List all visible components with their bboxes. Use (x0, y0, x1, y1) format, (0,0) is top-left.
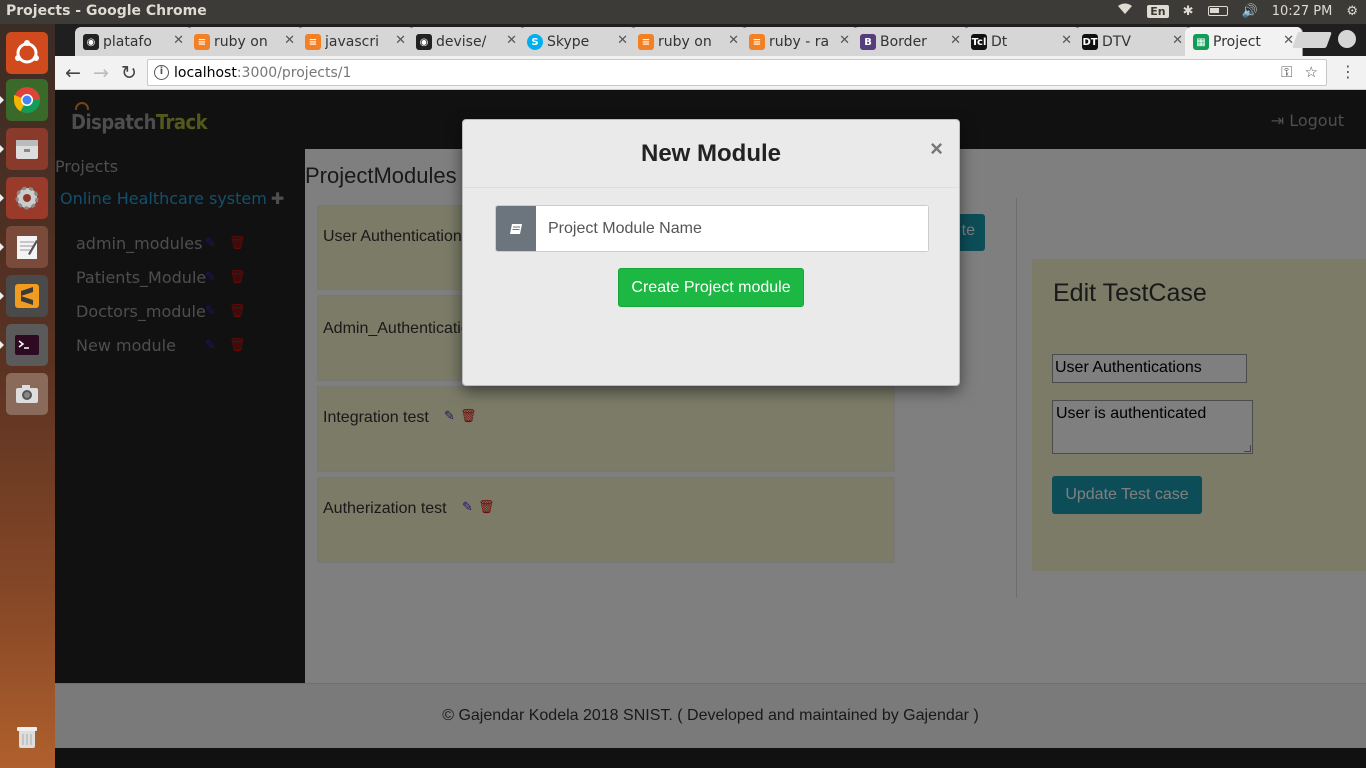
volume-icon[interactable]: 🔊 (1242, 4, 1258, 19)
close-tab-icon[interactable]: ✕ (173, 33, 184, 48)
bookmark-star-icon[interactable]: ☆ (1305, 63, 1318, 81)
browser-tab[interactable]: B Border ✕ (852, 27, 970, 56)
address-bar[interactable]: i localhost:3000/projects/1 ⚿ ☆ (147, 59, 1327, 86)
browser-tab[interactable]: DT DTV ✕ (1074, 27, 1192, 56)
new-tab-button[interactable] (1292, 32, 1332, 48)
close-tab-icon[interactable]: ✕ (395, 33, 406, 48)
close-tab-icon[interactable]: ✕ (728, 33, 739, 48)
url-path: :3000/projects/1 (236, 64, 352, 81)
create-project-module-button[interactable]: Create Project module (618, 268, 804, 307)
browser-toolbar: ← → ↻ i localhost:3000/projects/1 ⚿ ☆ ⋮ (55, 56, 1366, 90)
tab-title: ruby on (214, 33, 268, 50)
chrome-icon[interactable] (6, 79, 48, 121)
profile-avatar-icon[interactable] (1338, 30, 1356, 48)
files-icon[interactable] (6, 128, 48, 170)
clock[interactable]: 10:27 PM (1272, 4, 1333, 19)
forward-arrow-icon[interactable]: → (89, 61, 113, 85)
close-tab-icon[interactable]: ✕ (284, 33, 295, 48)
close-tab-icon[interactable]: ✕ (950, 33, 961, 48)
site-info-icon[interactable]: i (154, 65, 169, 80)
github-icon: ◉ (83, 34, 99, 50)
tab-title: DTV (1102, 33, 1131, 50)
browser-menu-icon[interactable]: ⋮ (1340, 62, 1356, 81)
web-app: DispatchTrack ⇥ Logout Projects Online H… (55, 90, 1366, 768)
close-icon[interactable]: × (930, 136, 943, 162)
bluetooth-icon[interactable]: ✱ (1183, 4, 1194, 19)
stackoverflow-icon: ≡ (305, 34, 321, 50)
browser-tab[interactable]: ≡ javascri ✕ (297, 27, 415, 56)
close-tab-icon[interactable]: ✕ (1172, 33, 1183, 48)
close-tab-icon[interactable]: ✕ (617, 33, 628, 48)
bootstrap-icon: B (860, 34, 876, 50)
stackoverflow-icon: ≡ (194, 34, 210, 50)
os-top-panel: Projects - Google Chrome En ✱ 🔊 10:27 PM… (0, 0, 1366, 24)
tab-title: Dt (991, 33, 1008, 50)
settings-gear-icon[interactable]: ⚙ (1346, 4, 1358, 19)
terminal-icon[interactable] (6, 324, 48, 366)
skype-icon: S (527, 34, 543, 50)
stackoverflow-icon: ≡ (749, 34, 765, 50)
browser-tab[interactable]: ≡ ruby - ra ✕ (741, 27, 859, 56)
screenshot-icon[interactable] (6, 373, 48, 415)
close-tab-icon[interactable]: ✕ (839, 33, 850, 48)
reload-icon[interactable]: ↻ (117, 61, 141, 85)
key-icon[interactable]: ⚿ (1281, 63, 1292, 81)
browser-tab[interactable]: Tcl Dt ✕ (963, 27, 1081, 56)
browser-tab[interactable]: ≡ ruby on ✕ (186, 27, 304, 56)
wifi-icon[interactable] (1117, 3, 1133, 19)
close-tab-icon[interactable]: ✕ (506, 33, 517, 48)
stackoverflow-icon: ≡ (638, 34, 654, 50)
tab-title: ruby on (658, 33, 712, 50)
tcl-icon: Tcl (971, 34, 987, 50)
tab-title: ruby - ra (769, 33, 830, 50)
module-name-input-group (495, 205, 929, 252)
sublime-text-icon[interactable] (6, 275, 48, 317)
ubuntu-dash-icon[interactable] (6, 32, 48, 74)
tab-title: devise/ (436, 33, 487, 50)
browser-tab-strip: ◉ platafo ✕ ≡ ruby on ✕ ≡ javascri ✕ ◉ d… (55, 24, 1366, 56)
keyboard-layout-indicator[interactable]: En (1147, 4, 1169, 18)
tab-title: javascri (325, 33, 379, 50)
book-icon (496, 206, 536, 251)
battery-icon[interactable] (1207, 6, 1228, 16)
system-settings-icon[interactable] (6, 177, 48, 219)
close-tab-icon[interactable]: ✕ (1061, 33, 1072, 48)
back-arrow-icon[interactable]: ← (61, 61, 85, 85)
system-tray: En ✱ 🔊 10:27 PM ⚙ (1117, 3, 1358, 19)
trash-icon[interactable] (6, 716, 48, 758)
browser-tab[interactable]: ◉ devise/ ✕ (408, 27, 526, 56)
url-host: localhost (174, 64, 237, 81)
browser-tab[interactable]: S Skype ✕ (519, 27, 637, 56)
tab-title: Skype (547, 33, 590, 50)
dt-icon: DT (1082, 34, 1098, 50)
modal-title: New Module (640, 140, 781, 167)
module-name-input[interactable] (536, 206, 928, 251)
browser-tab[interactable]: ◉ platafo ✕ (75, 27, 193, 56)
browser-tab-active[interactable]: ▦ Project ✕ (1185, 27, 1303, 56)
github-icon: ◉ (416, 34, 432, 50)
window-title: Projects - Google Chrome (6, 3, 207, 19)
text-editor-icon[interactable] (6, 226, 48, 268)
tab-title: platafo (103, 33, 152, 50)
new-module-modal: New Module × Create Project module (462, 119, 960, 386)
os-launcher (0, 24, 55, 768)
sheet-icon: ▦ (1193, 34, 1209, 50)
tab-title: Project (1213, 33, 1261, 50)
tab-title: Border (880, 33, 927, 50)
browser-tab[interactable]: ≡ ruby on ✕ (630, 27, 748, 56)
modal-header: New Module × (463, 120, 959, 188)
